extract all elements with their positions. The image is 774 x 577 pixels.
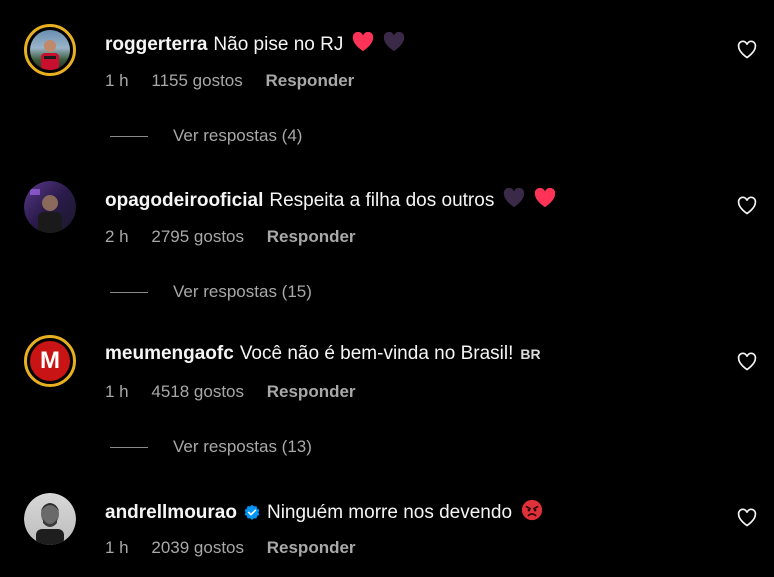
comment-text: Você não é bem-vinda no Brasil! — [239, 343, 514, 364]
comment-meta: 1 h 1155 gostos Responder — [105, 71, 372, 91]
like-heart-icon[interactable] — [737, 352, 757, 372]
comment-text: Ninguém morre nos devendo — [266, 502, 513, 523]
comment-time: 1 h — [105, 71, 129, 90]
comment-line: opagodeirooficial Respeita a filha dos o… — [105, 187, 556, 214]
avatar-letter: M — [40, 347, 60, 374]
view-replies-button[interactable]: Ver respostas (13) — [110, 437, 312, 457]
brazil-flag-icon: BR — [520, 346, 541, 362]
view-replies-label: Ver respostas (13) — [173, 437, 312, 456]
comment-line: meumengaofc Você não é bem-vinda no Bras… — [105, 343, 541, 365]
replies-divider — [110, 291, 148, 293]
like-heart-icon[interactable] — [737, 196, 757, 216]
replies-divider — [110, 446, 148, 448]
reply-button[interactable]: Responder — [267, 227, 356, 246]
black-heart-icon — [383, 31, 405, 58]
like-count[interactable]: 4518 gostos — [151, 382, 244, 401]
username[interactable]: roggerterra — [105, 34, 207, 56]
view-replies-button[interactable]: Ver respostas (4) — [110, 126, 302, 146]
like-heart-icon[interactable] — [737, 508, 757, 528]
comment-time: 2 h — [105, 227, 129, 246]
comment-meta: 1 h 4518 gostos Responder — [105, 382, 374, 402]
like-count[interactable]: 1155 gostos — [151, 71, 242, 90]
username[interactable]: meumengaofc — [105, 343, 234, 365]
view-replies-label: Ver respostas (15) — [173, 282, 312, 301]
comment-text: Respeita a filha dos outros — [269, 190, 495, 211]
avatar[interactable] — [24, 181, 76, 233]
comment-time: 1 h — [105, 538, 129, 557]
username[interactable]: andrellmourao — [105, 502, 237, 524]
avatar-photo — [24, 181, 76, 233]
angry-face-icon — [521, 499, 543, 527]
reply-button[interactable]: Responder — [267, 538, 356, 557]
view-replies-label: Ver respostas (4) — [173, 126, 303, 145]
like-count[interactable]: 2795 gostos — [151, 227, 244, 246]
avatar[interactable] — [24, 493, 76, 545]
comment-line: roggerterra Não pise no RJ — [105, 31, 405, 58]
comment-meta: 1 h 2039 gostos Responder — [105, 538, 374, 558]
replies-divider — [110, 135, 148, 137]
avatar[interactable] — [24, 24, 76, 76]
avatar-photo — [30, 30, 70, 70]
avatar-photo — [24, 493, 76, 545]
red-heart-icon — [534, 187, 556, 214]
reply-button[interactable]: Responder — [265, 71, 354, 90]
like-heart-icon[interactable] — [737, 40, 757, 60]
avatar-logo: M — [30, 341, 70, 381]
comment-text: Não pise no RJ — [213, 34, 344, 55]
red-heart-icon — [352, 31, 374, 58]
comment-time: 1 h — [105, 382, 129, 401]
avatar[interactable]: M — [24, 335, 76, 387]
reply-button[interactable]: Responder — [267, 382, 356, 401]
comment-meta: 2 h 2795 gostos Responder — [105, 227, 374, 247]
like-count[interactable]: 2039 gostos — [151, 538, 244, 557]
verified-badge-icon — [244, 504, 260, 520]
comment-line: andrellmourao Ninguém morre nos devendo — [105, 499, 543, 527]
username[interactable]: opagodeirooficial — [105, 190, 263, 212]
black-heart-icon — [503, 187, 525, 214]
view-replies-button[interactable]: Ver respostas (15) — [110, 282, 312, 302]
